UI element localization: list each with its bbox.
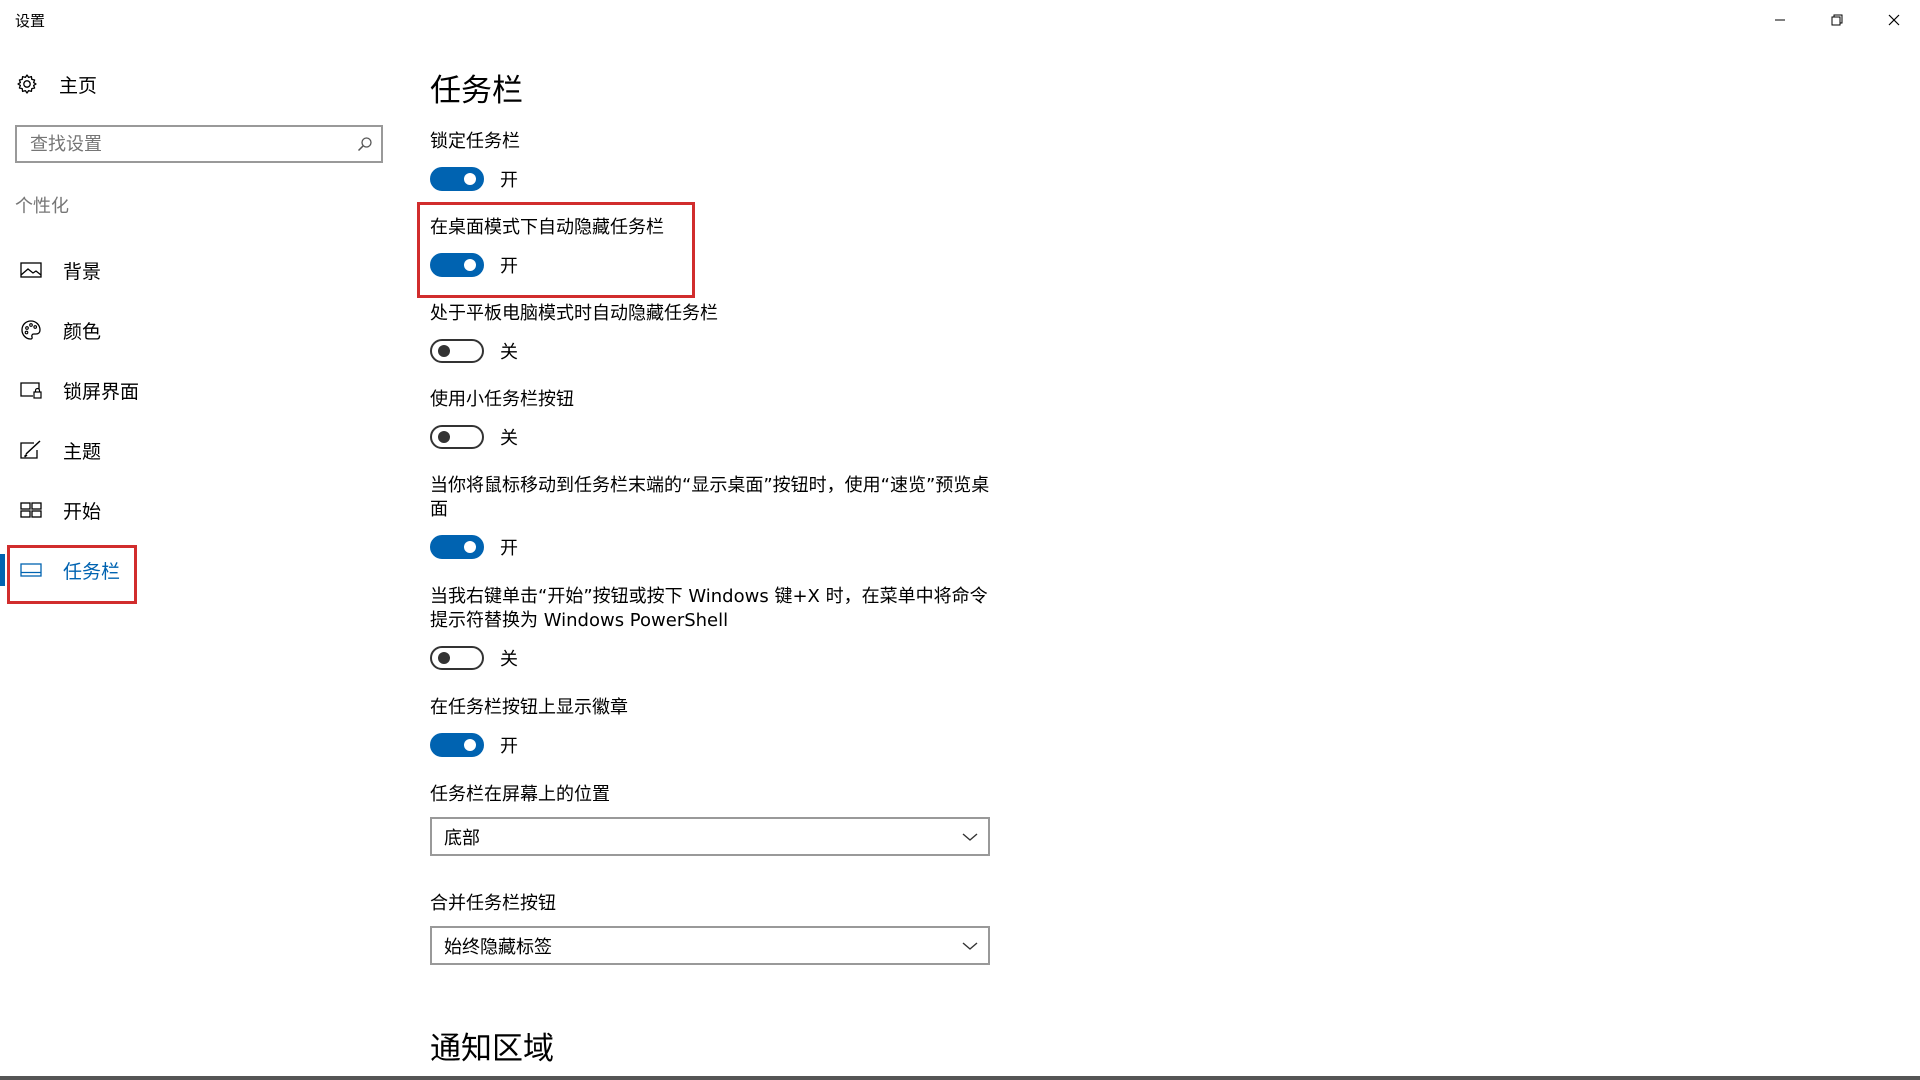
setting-label: 锁定任务栏	[430, 131, 520, 152]
toggle-knob	[438, 345, 450, 357]
restore-icon	[1831, 14, 1843, 26]
sidebar-item-colors[interactable]: 颜色	[0, 300, 400, 360]
notification-area-title: 通知区域	[430, 1031, 554, 1067]
lock-taskbar-toggle[interactable]	[430, 167, 484, 191]
page-title: 任务栏	[430, 73, 523, 109]
setting-small-buttons: 使用小任务栏按钮 关	[430, 388, 990, 450]
setting-autohide-tablet: 处于平板电脑模式时自动隐藏任务栏 关	[430, 302, 990, 364]
toggle-row: 开	[430, 252, 990, 278]
toggle-row: 开	[430, 732, 990, 758]
setting-combine: 合并任务栏按钮	[430, 892, 990, 916]
setting-label: 在桌面模式下自动隐藏任务栏	[430, 217, 664, 238]
nav-list: 背景 颜色 锁屏界面 主题 开始 任务栏	[0, 240, 400, 600]
toggle-knob	[464, 259, 476, 271]
position-selected-value: 底部	[444, 827, 480, 849]
sidebar-item-label: 背景	[63, 260, 102, 283]
setting-position: 任务栏在屏幕上的位置	[430, 783, 990, 807]
toggle-state-text: 开	[500, 538, 518, 559]
theme-brush-icon	[19, 438, 43, 462]
setting-label: 当我右键单击“开始”按钮或按下 Windows 键+X 时，在菜单中将命令提示符…	[430, 586, 988, 631]
app-title: 设置	[15, 12, 46, 30]
search-input[interactable]	[17, 132, 352, 156]
main-content: 任务栏 锁定任务栏 开 在桌面模式下自动隐藏任务栏 开 处于平板电脑模式时自动隐…	[417, 40, 1430, 1080]
sidebar-item-themes[interactable]: 主题	[0, 420, 400, 480]
palette-icon	[19, 318, 43, 342]
combine-label: 合并任务栏按钮	[430, 893, 556, 914]
toggle-knob	[438, 652, 450, 664]
powershell-toggle[interactable]	[430, 646, 484, 670]
setting-label: 处于平板电脑模式时自动隐藏任务栏	[430, 303, 718, 324]
toggle-knob	[438, 431, 450, 443]
close-button[interactable]	[1866, 0, 1920, 40]
minimize-icon	[1775, 19, 1785, 21]
search-icon[interactable]	[357, 136, 373, 156]
sidebar-item-lockscreen[interactable]: 锁屏界面	[0, 360, 400, 420]
lockscreen-icon	[19, 378, 43, 402]
setting-peek: 当你将鼠标移动到任务栏末端的“显示桌面”按钮时，使用“速览”预览桌面 开	[430, 474, 990, 560]
autohide-desktop-toggle[interactable]	[430, 253, 484, 277]
toggle-state-text: 关	[500, 649, 518, 670]
sidebar-item-taskbar[interactable]: 任务栏	[0, 540, 400, 600]
nav-home[interactable]: 主页	[15, 68, 97, 100]
toggle-state-text: 关	[500, 342, 518, 363]
sidebar-item-label: 任务栏	[63, 560, 121, 583]
minimize-button[interactable]	[1752, 0, 1808, 40]
sidebar-item-label: 主题	[63, 440, 102, 463]
gear-icon	[15, 72, 39, 96]
toggle-row: 关	[430, 338, 990, 364]
autohide-tablet-toggle[interactable]	[430, 339, 484, 363]
combine-selected-value: 始终隐藏标签	[444, 936, 552, 958]
close-icon	[1888, 14, 1900, 26]
search-box[interactable]	[15, 125, 383, 163]
combine-dropdown[interactable]: 始终隐藏标签	[430, 926, 990, 965]
sidebar-item-label: 开始	[63, 500, 102, 523]
chevron-down-icon	[962, 941, 978, 950]
peek-toggle[interactable]	[430, 535, 484, 559]
toggle-state-text: 开	[500, 256, 518, 277]
position-dropdown[interactable]: 底部	[430, 817, 990, 856]
restore-button[interactable]	[1809, 0, 1865, 40]
setting-badges: 在任务栏按钮上显示徽章 开	[430, 696, 990, 758]
toggle-state-text: 开	[500, 170, 518, 191]
settings-window: 设置 主页 查找设置 个性化 背景 颜色 锁屏界面 主题 开始 任务栏 任务栏 …	[0, 0, 1920, 1080]
badges-toggle[interactable]	[430, 733, 484, 757]
toggle-row: 开	[430, 534, 990, 560]
setting-powershell: 当我右键单击“开始”按钮或按下 Windows 键+X 时，在菜单中将命令提示符…	[430, 585, 990, 671]
picture-icon	[19, 258, 43, 282]
section-label: 个性化	[15, 196, 69, 217]
toggle-state-text: 开	[500, 736, 518, 757]
setting-label: 在任务栏按钮上显示徽章	[430, 697, 628, 718]
bottom-edge	[0, 1076, 1920, 1080]
small-buttons-toggle[interactable]	[430, 425, 484, 449]
sidebar: 主页 个性化 背景	[0, 40, 400, 1080]
nav-home-label: 主页	[59, 74, 98, 97]
setting-autohide-desktop: 在桌面模式下自动隐藏任务栏 开	[430, 216, 990, 278]
sidebar-item-background[interactable]: 背景	[0, 240, 400, 300]
toggle-row: 关	[430, 645, 990, 671]
setting-lock-taskbar: 锁定任务栏 开	[430, 130, 990, 192]
toggle-knob	[464, 173, 476, 185]
toggle-knob	[464, 739, 476, 751]
position-label: 任务栏在屏幕上的位置	[430, 784, 610, 805]
taskbar-icon	[19, 558, 43, 582]
setting-label: 使用小任务栏按钮	[430, 389, 574, 410]
sidebar-item-label: 锁屏界面	[63, 380, 140, 403]
title-bar: 设置	[0, 0, 1920, 40]
sidebar-item-start[interactable]: 开始	[0, 480, 400, 540]
setting-label: 当你将鼠标移动到任务栏末端的“显示桌面”按钮时，使用“速览”预览桌面	[430, 475, 990, 520]
toggle-state-text: 关	[500, 428, 518, 449]
sidebar-item-label: 颜色	[63, 320, 102, 343]
toggle-knob	[464, 541, 476, 553]
toggle-row: 关	[430, 424, 990, 450]
toggle-row: 开	[430, 166, 990, 192]
active-indicator	[0, 554, 5, 586]
chevron-down-icon	[962, 832, 978, 841]
start-tiles-icon	[19, 498, 43, 522]
